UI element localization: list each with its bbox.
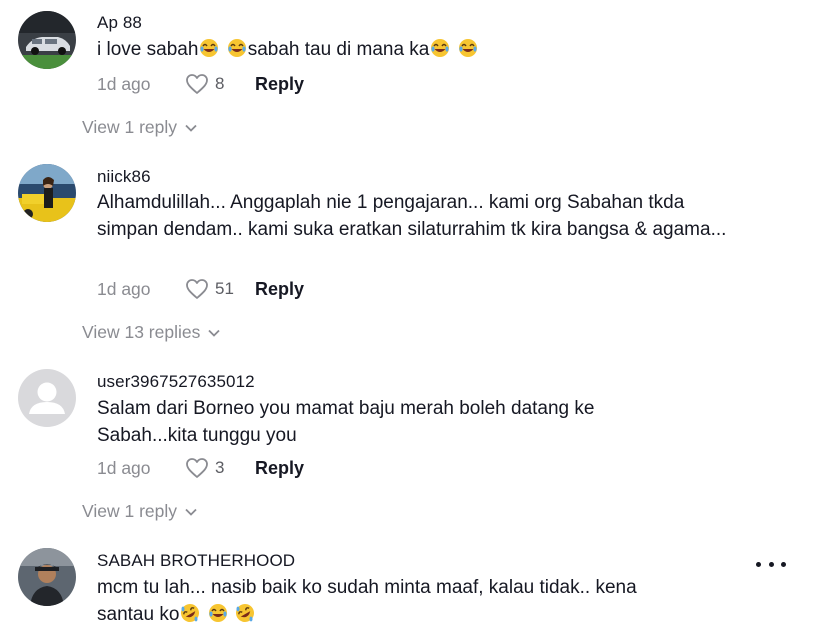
- view-replies-button[interactable]: View 1 reply: [82, 117, 197, 138]
- view-replies-button[interactable]: View 13 replies: [82, 322, 220, 343]
- like-count: 51: [215, 279, 234, 298]
- comment-text: i love sabah sabah tau di mana ka: [97, 36, 757, 63]
- view-replies-label: View 1 reply: [82, 501, 178, 521]
- like-button[interactable]: 51: [185, 278, 245, 300]
- laugh-emoji-icon: [227, 38, 247, 58]
- comment-date: 1d ago: [97, 278, 151, 299]
- laugh-emoji-icon: [430, 38, 450, 58]
- avatar[interactable]: [18, 548, 76, 606]
- comment-text: Alhamdulillah... Anggaplah nie 1 pengaja…: [97, 192, 727, 240]
- rofl-emoji-icon: [180, 603, 200, 623]
- chevron-down-icon: [185, 508, 197, 516]
- rofl-emoji-icon: [235, 603, 255, 623]
- more-horizontal-icon: [756, 561, 761, 567]
- more-horizontal-icon-dot: [768, 561, 774, 567]
- comment-date: 1d ago: [97, 457, 151, 478]
- like-count: 3: [215, 458, 225, 477]
- comment-meta: 1d ago 8 Reply: [97, 70, 304, 98]
- laugh-emoji-icon: [458, 38, 478, 58]
- comment-meta: 1d ago 3 Reply: [97, 454, 304, 482]
- reply-button[interactable]: Reply: [255, 458, 304, 479]
- laugh-emoji-icon: [208, 603, 228, 623]
- view-replies-label: View 13 replies: [82, 322, 201, 342]
- comment-username[interactable]: user3967527635012: [97, 372, 255, 392]
- heart-outline-icon: [186, 279, 208, 299]
- comment-text: mcm tu lah... nasib baik ko sudah minta …: [97, 577, 637, 625]
- avatar[interactable]: [18, 369, 76, 427]
- reply-button[interactable]: Reply: [255, 74, 304, 95]
- view-replies-button[interactable]: View 1 reply: [82, 501, 197, 522]
- like-button[interactable]: 3: [185, 457, 245, 479]
- chevron-down-icon: [208, 329, 220, 337]
- more-options-button[interactable]: [756, 554, 786, 574]
- comment-username[interactable]: Ap 88: [97, 13, 142, 33]
- avatar[interactable]: [18, 11, 76, 69]
- comment-text: Salam dari Borneo you mamat baju merah b…: [97, 398, 595, 446]
- like-button[interactable]: 8: [185, 73, 245, 95]
- view-replies-label: View 1 reply: [82, 117, 178, 137]
- comment-username[interactable]: niick86: [97, 167, 151, 187]
- heart-outline-icon: [186, 458, 208, 478]
- more-horizontal-icon-dot: [781, 561, 786, 567]
- laugh-emoji-icon: [199, 38, 219, 58]
- comment-meta: 1d ago 51 Reply: [97, 275, 304, 303]
- comment-username[interactable]: SABAH BROTHERHOOD: [97, 551, 295, 571]
- avatar[interactable]: [18, 164, 76, 222]
- chevron-down-icon: [185, 124, 197, 132]
- heart-outline-icon: [186, 74, 208, 94]
- comment-date: 1d ago: [97, 73, 151, 94]
- reply-button[interactable]: Reply: [255, 279, 304, 300]
- like-count: 8: [215, 74, 225, 93]
